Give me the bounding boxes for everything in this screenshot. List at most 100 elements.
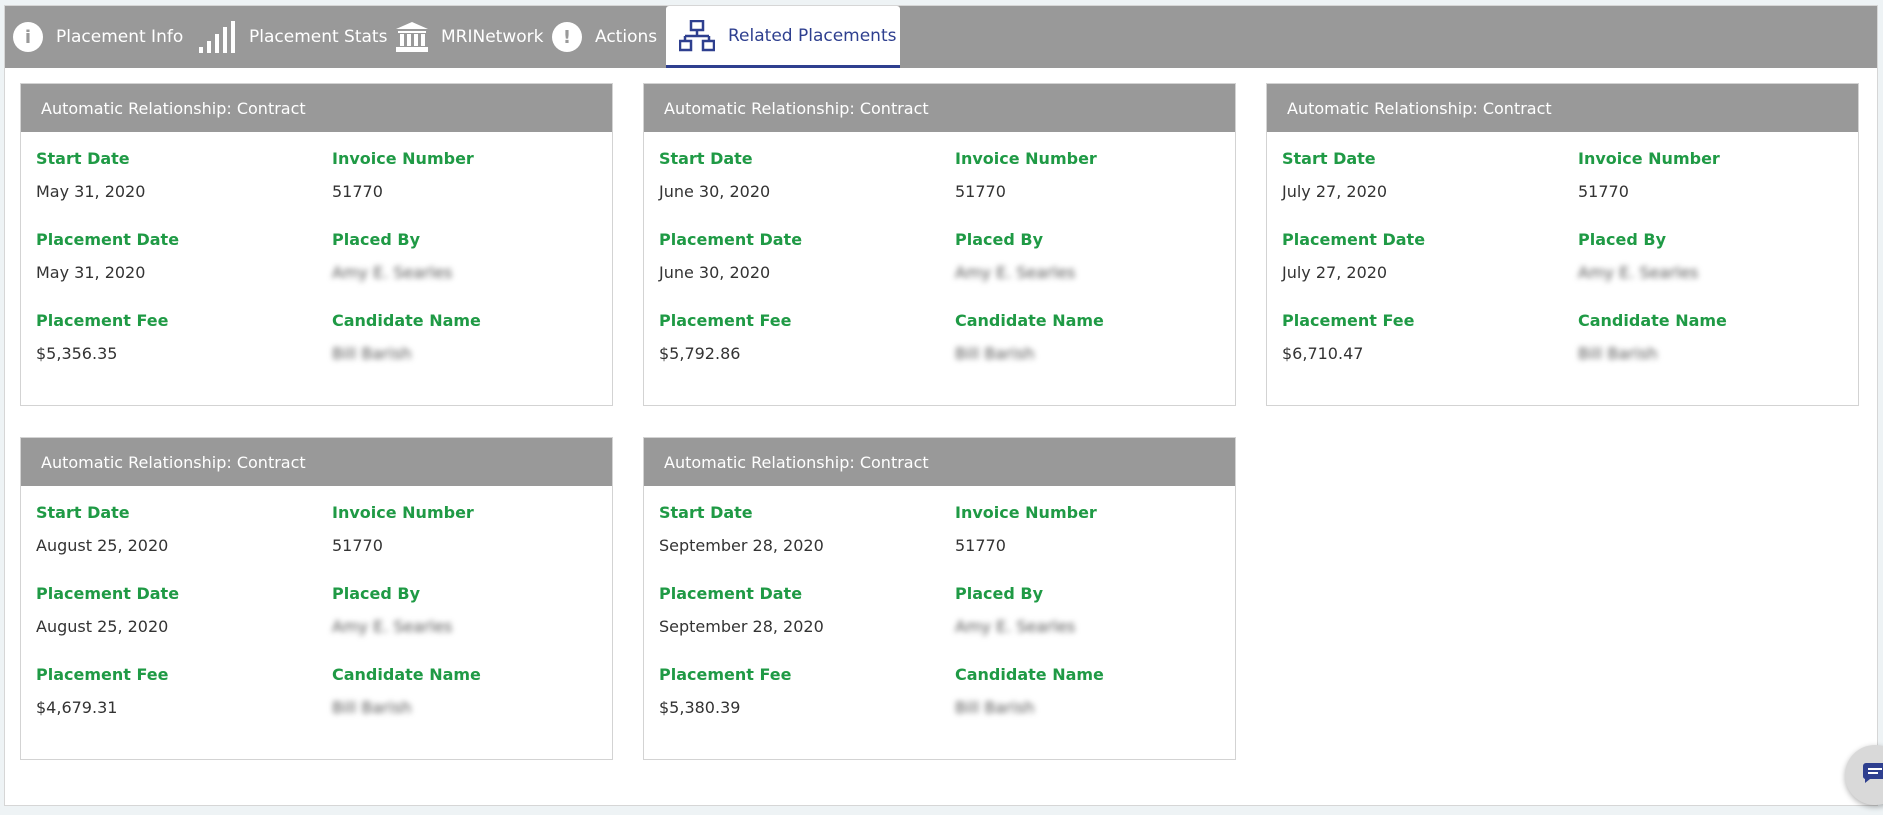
- invoice-number-value: 51770: [332, 182, 383, 201]
- placed-by-field: Placed By Amy E. Searles: [1578, 230, 1698, 282]
- placement-date-value: May 31, 2020: [36, 263, 146, 282]
- start-date-label: Start Date: [36, 503, 130, 522]
- placed-by-label: Placed By: [955, 584, 1043, 603]
- start-date-label: Start Date: [659, 149, 753, 168]
- candidate-name-label: Candidate Name: [1578, 311, 1727, 330]
- start-date-field: Start Date July 27, 2020: [1282, 149, 1387, 201]
- placed-by-label: Placed By: [955, 230, 1043, 249]
- placement-fee-label: Placement Fee: [659, 311, 792, 330]
- placement-fee-label: Placement Fee: [659, 665, 792, 684]
- candidate-name-field: Candidate Name Bill Barish: [332, 665, 481, 717]
- tab-label: MRINetwork: [441, 27, 544, 47]
- placement-date-label: Placement Date: [659, 230, 803, 249]
- placement-date-value: June 30, 2020: [659, 263, 771, 282]
- candidate-name-field: Candidate Name Bill Barish: [1578, 311, 1727, 363]
- candidate-name-label: Candidate Name: [955, 665, 1104, 684]
- invoice-number-field: Invoice Number 51770: [332, 149, 474, 201]
- start-date-value: May 31, 2020: [36, 182, 146, 201]
- placement-fee-field: Placement Fee $5,380.39: [659, 665, 791, 717]
- placement-card: Automatic Relationship: Contract Start Da…: [20, 83, 613, 406]
- tab-label: Actions: [595, 27, 658, 47]
- placement-date-field: Placement Date May 31, 2020: [36, 230, 179, 282]
- placement-date-value: July 27, 2020: [1282, 263, 1388, 282]
- tab-related-placements[interactable]: Related Placements: [666, 6, 900, 68]
- placement-date-label: Placement Date: [659, 584, 803, 603]
- start-date-field: Start Date June 30, 2020: [659, 149, 770, 201]
- placed-by-field: Placed By Amy E. Searles: [332, 584, 452, 636]
- candidate-name-value: Bill Barish: [332, 344, 412, 363]
- invoice-number-label: Invoice Number: [955, 149, 1097, 168]
- placed-by-label: Placed By: [1578, 230, 1666, 249]
- start-date-label: Start Date: [36, 149, 130, 168]
- placement-fee-field: Placement Fee $6,710.47: [1282, 311, 1414, 363]
- candidate-name-field: Candidate Name Bill Barish: [955, 311, 1104, 363]
- card-title: Automatic Relationship: Contract: [21, 84, 612, 132]
- start-date-field: Start Date May 31, 2020: [36, 149, 145, 201]
- card-title: Automatic Relationship: Contract: [1267, 84, 1858, 132]
- invoice-number-field: Invoice Number 51770: [955, 149, 1097, 201]
- invoice-number-field: Invoice Number 51770: [955, 503, 1097, 555]
- placement-fee-field: Placement Fee $4,679.31: [36, 665, 168, 717]
- start-date-value: July 27, 2020: [1282, 182, 1388, 201]
- placed-by-field: Placed By Amy E. Searles: [332, 230, 452, 282]
- chat-icon: [1862, 762, 1883, 788]
- invoice-number-label: Invoice Number: [1578, 149, 1720, 168]
- start-date-label: Start Date: [1282, 149, 1376, 168]
- tab-label: Placement Stats: [249, 27, 388, 47]
- placement-date-label: Placement Date: [1282, 230, 1426, 249]
- placement-date-field: Placement Date July 27, 2020: [1282, 230, 1425, 282]
- placement-card: Automatic Relationship: Contract Start Da…: [643, 83, 1236, 406]
- placement-fee-value: $6,710.47: [1282, 344, 1364, 363]
- placed-by-value: Amy E. Searles: [955, 617, 1076, 636]
- tab-placement-info[interactable]: i Placement Info: [13, 6, 183, 68]
- candidate-name-value: Bill Barish: [1578, 344, 1658, 363]
- placement-fee-value: $4,679.31: [36, 698, 118, 717]
- placement-card: Automatic Relationship: Contract Start Da…: [643, 437, 1236, 760]
- placed-by-label: Placed By: [332, 584, 420, 603]
- start-date-label: Start Date: [659, 503, 753, 522]
- invoice-number-value: 51770: [955, 536, 1006, 555]
- invoice-number-value: 51770: [1578, 182, 1629, 201]
- card-title: Automatic Relationship: Contract: [21, 438, 612, 486]
- placed-by-value: Amy E. Searles: [1578, 263, 1699, 282]
- candidate-name-value: Bill Barish: [332, 698, 412, 717]
- invoice-number-label: Invoice Number: [332, 503, 474, 522]
- card-title: Automatic Relationship: Contract: [644, 84, 1235, 132]
- page-frame: i Placement Info Placement Stats MRINetw…: [4, 5, 1878, 806]
- bank-icon: [396, 22, 428, 52]
- card-title: Automatic Relationship: Contract: [644, 438, 1235, 486]
- candidate-name-field: Candidate Name Bill Barish: [332, 311, 481, 363]
- exclamation-icon: !: [552, 22, 582, 52]
- placement-fee-field: Placement Fee $5,356.35: [36, 311, 168, 363]
- tab-bar: i Placement Info Placement Stats MRINetw…: [5, 6, 1877, 68]
- invoice-number-label: Invoice Number: [955, 503, 1097, 522]
- placement-date-field: Placement Date August 25, 2020: [36, 584, 179, 636]
- placed-by-value: Amy E. Searles: [332, 263, 453, 282]
- tab-actions[interactable]: ! Actions: [552, 6, 657, 68]
- tab-mrinetwork[interactable]: MRINetwork: [396, 6, 543, 68]
- placed-by-field: Placed By Amy E. Searles: [955, 584, 1075, 636]
- start-date-field: Start Date August 25, 2020: [36, 503, 168, 555]
- placement-fee-label: Placement Fee: [36, 665, 169, 684]
- invoice-number-label: Invoice Number: [332, 149, 474, 168]
- tab-label: Related Placements: [728, 25, 897, 46]
- placement-fee-value: $5,380.39: [659, 698, 741, 717]
- placement-date-value: September 28, 2020: [659, 617, 824, 636]
- tab-placement-stats[interactable]: Placement Stats: [198, 6, 387, 68]
- placement-date-field: Placement Date June 30, 2020: [659, 230, 802, 282]
- start-date-field: Start Date September 28, 2020: [659, 503, 824, 555]
- placed-by-field: Placed By Amy E. Searles: [955, 230, 1075, 282]
- placement-fee-value: $5,356.35: [36, 344, 118, 363]
- placement-fee-value: $5,792.86: [659, 344, 741, 363]
- network-icon: [679, 19, 715, 52]
- candidate-name-field: Candidate Name Bill Barish: [955, 665, 1104, 717]
- candidate-name-label: Candidate Name: [955, 311, 1104, 330]
- placement-date-label: Placement Date: [36, 230, 180, 249]
- placed-by-label: Placed By: [332, 230, 420, 249]
- tab-label: Placement Info: [56, 27, 184, 47]
- placement-fee-field: Placement Fee $5,792.86: [659, 311, 791, 363]
- start-date-value: June 30, 2020: [659, 182, 771, 201]
- placement-date-label: Placement Date: [36, 584, 180, 603]
- candidate-name-label: Candidate Name: [332, 311, 481, 330]
- signal-bars-icon: [198, 21, 236, 53]
